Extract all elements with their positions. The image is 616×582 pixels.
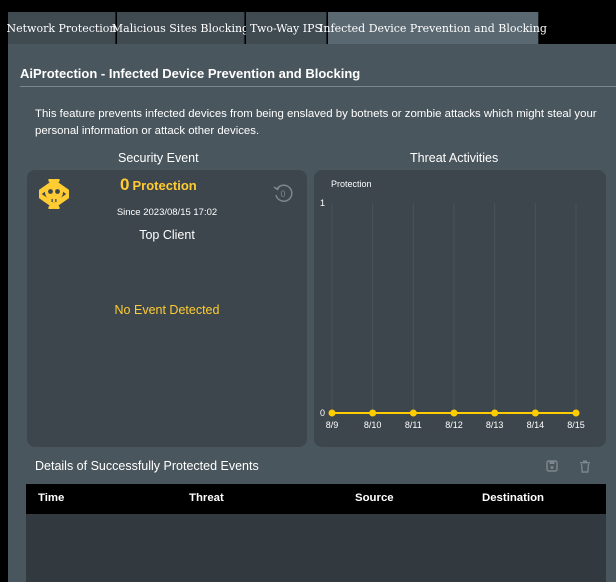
column-source: Source [355,492,394,504]
x-tick-label-8/11: 8/11 [405,420,422,430]
data-point-8/9 [328,409,336,417]
top-client-label: Top Client [139,228,195,242]
data-point-8/13 [491,409,499,417]
title-divider [20,86,616,87]
security-event-card: 0 Protection Since 2023/08/15 17:02 0 Top… [27,170,307,447]
save-icon[interactable] [544,458,560,474]
tab-malicious-sites-blocking[interactable]: Malicious Sites Blocking [112,12,249,44]
since-timestamp: Since 2023/08/15 17:02 [116,207,218,218]
events-table-header: Time Threat Source Destination [26,484,606,514]
security-event-title: Security Event [118,151,199,165]
x-tick-label-8/14: 8/14 [527,420,545,430]
protection-label: Protection [132,178,197,193]
details-title: Details of Successfully Protected Events [35,459,259,473]
data-point-8/12 [450,409,458,417]
chart-legend-label: Protection [331,179,372,189]
skull-crossbones-icon [39,179,69,209]
x-tick-label-8/12: 8/12 [445,420,463,430]
page-title: AiProtection - Infected Device Preventio… [20,66,361,81]
tab-network-protection[interactable]: Network Protection [6,12,117,44]
column-threat: Threat [189,492,224,504]
tab-two-way-ips[interactable]: Two-Way IPS [246,12,327,44]
column-destination: Destination [482,492,545,504]
x-tick-label-8/13: 8/13 [486,420,504,430]
data-point-8/10 [369,409,377,417]
x-tick-label-8/10: 8/10 [364,420,382,430]
x-tick-label-8/15: 8/15 [567,420,585,430]
protection-count: 0 [120,175,130,194]
feature-description: This feature prevents infected devices f… [35,108,597,137]
y-tick-label-0: 0 [320,408,325,418]
protection-summary: 0 Protection [120,175,197,195]
data-point-8/14 [531,409,539,417]
threat-activities-card: Protection 0 1 8/9 8/10 8/11 8/12 8/13 8/14 8/15 [314,170,606,447]
tab-bar: Network Protection Malicious Sites Block… [0,0,616,44]
column-time: Time [38,492,65,504]
threat-activities-title: Threat Activities [410,151,499,165]
data-point-8/11 [409,409,417,417]
data-point-8/15 [572,409,580,417]
y-tick-label-1: 1 [320,198,325,208]
svg-text:0: 0 [280,189,285,199]
main-panel: AiProtection - Infected Device Preventio… [8,44,616,582]
x-tick-label-8/9: 8/9 [326,420,339,430]
reset-counter-icon[interactable]: 0 [271,181,295,205]
trash-icon[interactable] [577,458,593,474]
threat-activities-chart: Protection 0 1 8/9 8/10 8/11 8/12 8/13 8/14 8/15 [320,179,585,430]
events-table-body [26,514,606,582]
tab-infected-device-prevention[interactable]: Infected Device Prevention and Blocking [319,12,547,44]
no-event-message: No Event Detected [114,303,220,317]
